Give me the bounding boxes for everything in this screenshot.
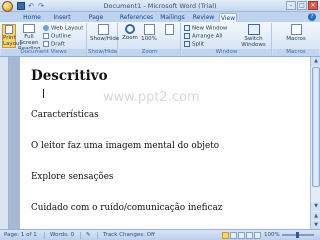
window-title: Document1 - Microsoft Word (Trial) — [103, 2, 217, 10]
next-page-icon[interactable]: ▼ — [311, 221, 320, 229]
tab-home[interactable]: Home — [20, 13, 44, 22]
full-screen-view-icon[interactable] — [230, 232, 237, 239]
show-hide-label: Show/Hide — [88, 49, 118, 56]
proofing-icon[interactable]: ✎ — [86, 230, 91, 240]
vertical-scrollbar[interactable]: ▲ ▼ ▲ ▼ — [310, 57, 320, 229]
macros-label: Macros — [273, 49, 319, 56]
show-hide-button[interactable]: Show/Hide — [90, 24, 119, 42]
macros-group: Macros Macros — [273, 23, 319, 56]
show-hide-group: Show/Hide Show/Hide — [88, 23, 119, 56]
document-title[interactable]: Descritivo — [31, 68, 108, 84]
ribbon: Print Layout Full Screen Reading Web Lay… — [0, 22, 320, 57]
view-buttons — [222, 232, 261, 239]
zoom-level[interactable]: 100% — [264, 230, 280, 240]
draft-button[interactable]: Draft — [43, 41, 65, 48]
print-layout-icon — [5, 25, 13, 34]
document-page[interactable]: www.ppt2.com Descritivo Características … — [20, 57, 310, 229]
title-bar: ↶ ↷ Document1 - Microsoft Word (Trial) –… — [0, 0, 320, 12]
tab-review[interactable]: Review — [191, 13, 216, 22]
outline-icon — [43, 33, 49, 39]
zoom-group: Zoom 100% Zoom — [119, 23, 181, 56]
document-area: www.ppt2.com Descritivo Características … — [0, 57, 320, 229]
window-label: Window — [182, 49, 271, 56]
new-window-icon — [184, 25, 190, 31]
document-views-label: Document Views — [1, 49, 86, 56]
previous-page-icon[interactable]: ▲ — [311, 212, 320, 220]
zoom-label: Zoom — [119, 49, 180, 56]
paragraph-3[interactable]: Explore sensações — [31, 172, 113, 182]
arrange-all-icon — [184, 33, 190, 39]
web-layout-icon — [43, 25, 49, 31]
page-width-button[interactable] — [159, 24, 179, 36]
vertical-ruler — [0, 57, 9, 229]
arrange-all-button[interactable]: Arrange All — [184, 33, 223, 40]
split-button[interactable]: Split — [184, 41, 204, 48]
page-count[interactable]: Page: 1 of 1 — [4, 230, 37, 240]
window-controls: – □ ✕ — [286, 1, 318, 10]
help-icon[interactable]: ? — [308, 13, 316, 21]
status-divider — [97, 232, 98, 239]
web-layout-button[interactable]: Web Layout — [43, 25, 83, 32]
full-screen-reading-button[interactable]: Full Screen Reading — [18, 24, 40, 52]
minimize-button[interactable]: – — [286, 1, 296, 10]
word-count[interactable]: Words: 0 — [50, 230, 74, 240]
scroll-up-icon[interactable]: ▲ — [311, 57, 320, 66]
status-divider — [44, 232, 45, 239]
maximize-button[interactable]: □ — [297, 1, 307, 10]
web-layout-view-icon[interactable] — [238, 232, 245, 239]
print-layout-button[interactable]: Print Layout — [2, 24, 22, 48]
zoom-button[interactable]: Zoom — [121, 24, 139, 41]
switch-windows-button[interactable]: Switch Windows — [237, 24, 270, 48]
draft-icon — [43, 41, 49, 47]
page-width-icon — [164, 24, 174, 35]
zoom-100-button[interactable]: 100% — [140, 24, 158, 42]
zoom-icon — [125, 24, 135, 34]
paragraph-1[interactable]: Características — [31, 110, 99, 120]
close-button[interactable]: ✕ — [308, 1, 318, 10]
tab-page-layout[interactable]: Page Layout — [78, 13, 114, 30]
tab-view[interactable]: View — [219, 13, 237, 22]
tab-mailings[interactable]: Mailings — [158, 13, 187, 22]
window-group: New Window Arrange All Split Switch Wind… — [182, 23, 272, 56]
new-window-button[interactable]: New Window — [184, 25, 227, 32]
tab-insert[interactable]: Insert — [50, 13, 74, 22]
text-cursor — [43, 89, 44, 98]
outline-button[interactable]: Outline — [43, 33, 71, 40]
macros-icon — [290, 24, 302, 35]
ribbon-tabs: Home Insert Page Layout References Maili… — [0, 12, 320, 30]
zoom-slider-thumb[interactable] — [296, 232, 299, 238]
scroll-thumb[interactable] — [312, 67, 320, 187]
paragraph-4[interactable]: Cuidado com o ruído/comunicação ineficaz — [31, 203, 222, 213]
full-screen-reading-icon — [23, 24, 35, 33]
document-views-group: Print Layout Full Screen Reading Web Lay… — [1, 23, 87, 56]
scroll-down-icon[interactable]: ▼ — [311, 202, 320, 211]
macros-button[interactable]: Macros — [279, 24, 313, 42]
tab-references[interactable]: References — [119, 13, 154, 22]
track-changes-status[interactable]: Track Changes: Off — [103, 230, 155, 240]
status-bar: Page: 1 of 1 Words: 0 ✎ Track Changes: O… — [0, 229, 320, 240]
split-icon — [184, 41, 190, 47]
paragraph-2[interactable]: O leitor faz uma imagem mental do objeto — [31, 141, 219, 151]
draft-view-icon[interactable] — [254, 232, 261, 239]
status-divider — [80, 232, 81, 239]
zoom-100-icon — [143, 24, 155, 35]
show-hide-icon — [97, 24, 109, 35]
watermark: www.ppt2.com — [103, 90, 200, 105]
outline-view-icon[interactable] — [246, 232, 253, 239]
switch-windows-icon — [247, 24, 260, 35]
print-layout-view-icon[interactable] — [222, 232, 229, 239]
